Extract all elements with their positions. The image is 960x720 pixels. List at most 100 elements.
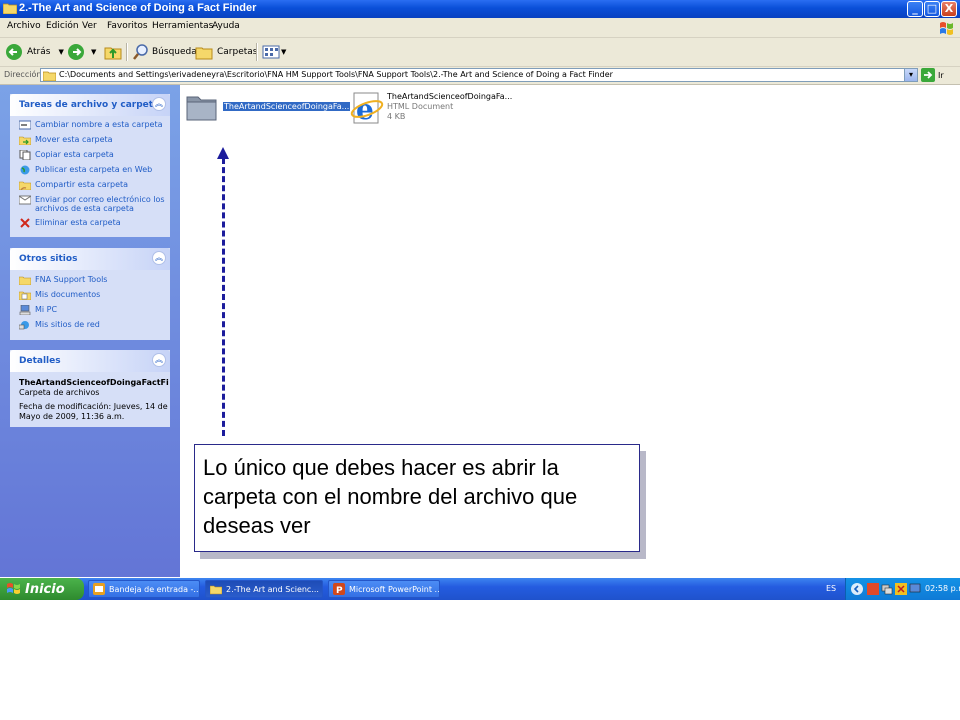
globe-icon [20, 165, 30, 175]
task-label-line2: archivos de esta carpeta [35, 204, 134, 213]
tray-app-icon[interactable] [867, 583, 879, 595]
network-tray-icon[interactable] [881, 583, 893, 595]
folders-button[interactable]: Carpetas [195, 42, 257, 62]
folder-name: TheArtandScienceofDoingaFa... [223, 102, 351, 111]
back-dropdown-icon[interactable]: ▼ [58, 48, 63, 56]
svg-text:P: P [336, 586, 343, 595]
up-folder-button[interactable] [104, 42, 122, 62]
address-bar: Dirección C:\Documents and Settings\eriv… [0, 67, 960, 85]
computer-icon [19, 305, 31, 315]
menu-edicion[interactable]: Edición [46, 21, 79, 31]
address-label: Dirección [4, 70, 42, 79]
task-publish-web[interactable]: Publicar esta carpeta en Web [19, 165, 152, 175]
collapse-chevron-icon[interactable]: ︽ [152, 251, 166, 265]
back-button[interactable]: Atrás ▼ [5, 42, 64, 62]
system-tray: 02:58 p.m. [845, 578, 960, 600]
task-delete-folder[interactable]: Eliminar esta carpeta [19, 218, 121, 228]
place-my-computer[interactable]: Mi PC [19, 305, 57, 315]
place-label: Mis documentos [35, 290, 101, 299]
html-file-item[interactable]: e TheArtandScienceofDoingaFa... HTML Doc… [350, 89, 520, 129]
task-label: Eliminar esta carpeta [35, 218, 121, 227]
panel-header[interactable]: Detalles ︽ [10, 350, 170, 372]
address-dropdown-icon[interactable]: ▾ [904, 69, 917, 81]
html-file-type: HTML Document [387, 102, 454, 111]
menu-ver[interactable]: Ver [82, 21, 97, 31]
menu-bar: Archivo Edición Ver Favoritos Herramient… [0, 18, 960, 38]
language-indicator[interactable]: ES [826, 584, 836, 593]
maximize-button[interactable]: □ [924, 1, 940, 17]
task-powerpoint[interactable]: P Microsoft PowerPoint ... [328, 580, 440, 598]
close-button[interactable]: X [941, 1, 957, 17]
svg-text:e: e [356, 93, 374, 126]
back-arrow-icon [6, 44, 22, 60]
html-file-name: TheArtandScienceofDoingaFa... [387, 92, 513, 101]
folder-item[interactable]: TheArtandScienceofDoingaFa... [186, 91, 351, 127]
title-bar[interactable]: 2.-The Art and Science of Doing a Fact F… [0, 0, 960, 18]
search-label: Búsqueda [152, 47, 197, 57]
toolbar: Atrás ▼ ▼ Búsqueda Carpetas ▼ [0, 38, 960, 67]
task-label: Bandeja de entrada -... [109, 584, 200, 594]
go-arrow-icon [921, 68, 935, 82]
monitor-tray-icon[interactable] [909, 583, 921, 595]
place-fna-support-tools[interactable]: FNA Support Tools [19, 275, 107, 285]
outlook-icon [93, 583, 105, 595]
details-modified-line2: Mayo de 2009, 11:36 a.m. [19, 412, 125, 421]
taskbar: Inicio Bandeja de entrada -... 2.-The Ar… [0, 578, 960, 600]
instruction-callout: Lo único que debes hacer es abrir la car… [194, 444, 640, 552]
mail-icon [19, 195, 31, 205]
task-email-files[interactable]: Enviar por correo electrónico los archivo… [19, 195, 165, 213]
panel-title: Otros sitios [19, 254, 78, 264]
details-panel: Detalles ︽ TheArtandScienceofDoingaFactF… [10, 350, 170, 427]
collapse-chevron-icon[interactable]: ︽ [152, 97, 166, 111]
delete-icon [20, 218, 30, 228]
search-button[interactable]: Búsqueda [132, 42, 197, 62]
collapse-chevron-icon[interactable]: ︽ [152, 353, 166, 367]
minimize-button[interactable]: _ [907, 1, 923, 17]
task-pane: Tareas de archivo y carpeta ︽ Cambiar no… [0, 85, 180, 577]
powerpoint-icon: P [333, 583, 345, 595]
rename-icon [19, 120, 31, 130]
menu-ayuda[interactable]: Ayuda [212, 21, 240, 31]
toolbar-separator [256, 43, 258, 61]
folder-icon [43, 71, 56, 81]
go-button[interactable]: Ir [921, 68, 944, 82]
panel-header[interactable]: Otros sitios ︽ [10, 248, 170, 270]
up-folder-icon [104, 47, 122, 60]
window-title: 2.-The Art and Science of Doing a Fact F… [19, 2, 257, 14]
callout-text: Lo único que debes hacer es abrir la car… [203, 455, 578, 538]
panel-header[interactable]: Tareas de archivo y carpeta ︽ [10, 94, 170, 116]
task-share-folder[interactable]: Compartir esta carpeta [19, 180, 128, 190]
share-icon [19, 181, 31, 190]
start-button[interactable]: Inicio [0, 578, 84, 600]
place-label: FNA Support Tools [35, 275, 108, 284]
menu-herramientas[interactable]: Herramientas [152, 21, 213, 31]
task-explorer[interactable]: 2.-The Art and Scienc... [205, 580, 323, 598]
folder-icon [186, 96, 217, 121]
panel-title: Detalles [19, 356, 61, 366]
menu-archivo[interactable]: Archivo [7, 21, 41, 31]
forward-dropdown-icon[interactable]: ▼ [91, 48, 96, 56]
windows-flag-icon [7, 583, 20, 594]
internet-explorer-icon: e [350, 92, 384, 126]
details-modified-line1: Fecha de modificación: Jueves, 14 de [19, 402, 168, 411]
task-rename-folder[interactable]: Cambiar nombre a esta carpeta [19, 120, 162, 130]
place-network[interactable]: Mis sitios de red [19, 320, 100, 330]
task-move-folder[interactable]: Mover esta carpeta [19, 135, 113, 145]
task-label: Compartir esta carpeta [35, 180, 129, 189]
menu-favoritos[interactable]: Favoritos [107, 21, 148, 31]
task-copy-folder[interactable]: Copiar esta carpeta [19, 150, 114, 160]
place-my-documents[interactable]: Mis documentos [19, 290, 100, 300]
documents-icon [19, 291, 31, 300]
views-dropdown-icon[interactable]: ▼ [281, 48, 286, 56]
folders-icon [195, 47, 213, 60]
views-icon [262, 45, 280, 59]
forward-arrow-icon [68, 44, 84, 60]
tray-chevron-icon[interactable] [850, 582, 864, 596]
forward-button[interactable]: ▼ [67, 42, 96, 62]
task-inbox[interactable]: Bandeja de entrada -... [88, 580, 200, 598]
clock[interactable]: 02:58 p.m. [925, 584, 960, 593]
address-input[interactable]: C:\Documents and Settings\erivadeneyra\E… [40, 68, 918, 82]
views-button[interactable]: ▼ [262, 42, 286, 62]
task-label: 2.-The Art and Scienc... [226, 584, 319, 594]
security-tray-icon[interactable] [895, 583, 907, 595]
